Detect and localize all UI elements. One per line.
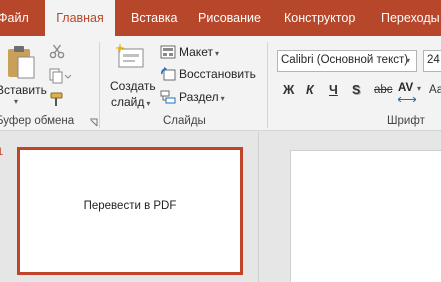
text-shadow-button[interactable]: S [352, 83, 360, 97]
section-icon [160, 90, 176, 104]
group-separator [99, 42, 100, 128]
ribbon-tab-bar: Файл Главная Вставка Рисование Конструкт… [0, 0, 441, 36]
reset-label: Восстановить [179, 67, 256, 81]
format-painter-icon[interactable] [49, 90, 67, 108]
slide-canvas[interactable] [290, 150, 441, 282]
slide-number: 1 [0, 146, 4, 158]
chevron-down-icon: ▾ [220, 94, 225, 103]
layout-icon [160, 45, 176, 59]
font-name-dropdown[interactable]: Calibri (Основной текст) ▾ [277, 50, 417, 72]
new-slide-label-2: слайд [111, 95, 145, 109]
strikethrough-button[interactable]: abc [374, 84, 393, 96]
bold-button[interactable]: Ж [283, 83, 294, 97]
paste-icon [8, 46, 35, 79]
layout-button[interactable]: Макет ▾ [158, 44, 228, 62]
tab-draw[interactable]: Рисование [198, 0, 261, 36]
chevron-down-icon: ▾ [417, 84, 422, 93]
cut-icon[interactable] [49, 43, 65, 59]
tab-file[interactable]: Файл [0, 0, 29, 36]
ribbon: Вставить ▾ Буфер обмена Создать слайд▾ [0, 36, 441, 131]
clipboard-group-label: Буфер обмена [0, 115, 75, 127]
section-button[interactable]: Раздел ▾ [158, 89, 230, 107]
slide-thumbnails-pane[interactable]: 1 Перевести в PDF [0, 132, 258, 282]
change-case-button[interactable]: Аа [429, 84, 441, 96]
tab-home[interactable]: Главная [45, 0, 115, 36]
underline-button[interactable]: Ч [329, 83, 338, 97]
reset-button[interactable]: Восстановить [158, 66, 258, 84]
dialog-launcher-icon[interactable] [89, 118, 98, 127]
chevron-down-icon: ▾ [214, 49, 219, 58]
new-slide-label-1: Создать [110, 79, 156, 93]
chevron-down-icon: ▾ [146, 99, 151, 108]
tab-transitions[interactable]: Переходы [381, 0, 440, 36]
character-spacing-button[interactable]: AV ▾ [398, 80, 424, 102]
chevron-down-icon: ▾ [406, 56, 411, 65]
font-size-field[interactable]: 24 [423, 50, 441, 72]
workspace: 1 Перевести в PDF [0, 132, 441, 282]
new-slide-icon [115, 43, 144, 68]
font-size-value: 24 [427, 54, 440, 66]
tab-insert[interactable]: Вставка [131, 0, 177, 36]
section-label: Раздел [179, 90, 219, 104]
italic-button[interactable]: К [306, 83, 314, 97]
group-separator [267, 42, 268, 128]
slides-group-label: Слайды [163, 115, 206, 127]
slide-thumbnail[interactable]: Перевести в PDF [17, 147, 243, 275]
chevron-down-icon: ▾ [14, 97, 19, 106]
paste-label: Вставить [0, 83, 47, 97]
spacing-arrows-icon [398, 97, 416, 102]
slide-thumbnail-text: Перевести в PDF [83, 200, 177, 212]
paste-button[interactable]: Вставить ▾ [0, 42, 47, 110]
font-name-value: Calibri (Основной текст) [281, 54, 409, 66]
new-slide-button[interactable]: Создать слайд ▾ [106, 40, 156, 112]
spacing-label: AV [398, 82, 414, 94]
reset-icon [161, 67, 176, 81]
layout-label: Макет [179, 45, 213, 59]
font-group-label: Шрифт [387, 115, 425, 127]
copy-icon[interactable] [49, 68, 71, 84]
tab-design[interactable]: Конструктор [284, 0, 355, 36]
